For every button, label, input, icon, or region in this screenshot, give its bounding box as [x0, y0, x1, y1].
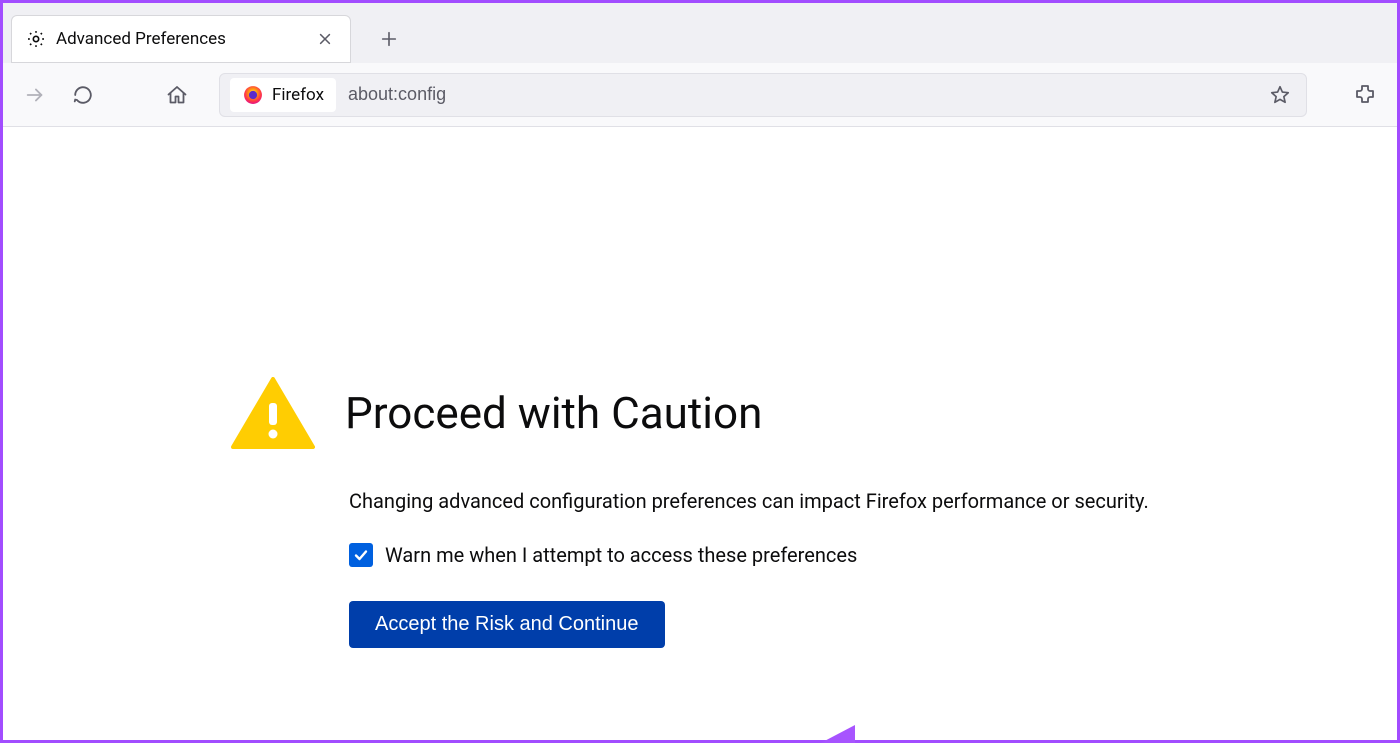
page-content: Proceed with Caution Changing advanced c… — [3, 127, 1397, 740]
warn-checkbox[interactable] — [349, 543, 373, 567]
tab-title: Advanced Preferences — [56, 29, 304, 49]
identity-box[interactable]: Firefox — [230, 78, 336, 112]
tab-strip: Advanced Preferences — [3, 3, 1397, 63]
warning-heading: Proceed with Caution — [345, 387, 762, 439]
warn-checkbox-label: Warn me when I attempt to access these p… — [385, 543, 857, 567]
gear-icon — [26, 29, 46, 49]
accept-risk-button[interactable]: Accept the Risk and Continue — [349, 601, 665, 648]
reload-button[interactable] — [67, 79, 99, 111]
home-button[interactable] — [161, 79, 193, 111]
bookmark-star-icon[interactable] — [1264, 79, 1296, 111]
navigation-toolbar: Firefox — [3, 63, 1397, 127]
about-config-warning: Proceed with Caution Changing advanced c… — [231, 377, 1171, 648]
url-bar[interactable]: Firefox — [219, 73, 1307, 117]
warn-checkbox-row[interactable]: Warn me when I attempt to access these p… — [349, 543, 1171, 567]
identity-label: Firefox — [272, 85, 324, 105]
forward-button[interactable] — [19, 79, 51, 111]
annotation-arrow — [775, 707, 1275, 743]
browser-window: Advanced Preferences — [0, 0, 1400, 743]
warning-triangle-icon — [231, 377, 315, 449]
tab-advanced-preferences[interactable]: Advanced Preferences — [11, 15, 351, 63]
url-input[interactable] — [348, 84, 1252, 105]
new-tab-button[interactable] — [371, 21, 407, 57]
firefox-logo-icon — [242, 84, 264, 106]
extensions-button[interactable] — [1349, 79, 1381, 111]
warning-body-text: Changing advanced configuration preferen… — [349, 487, 1171, 515]
close-tab-button[interactable] — [314, 28, 336, 50]
